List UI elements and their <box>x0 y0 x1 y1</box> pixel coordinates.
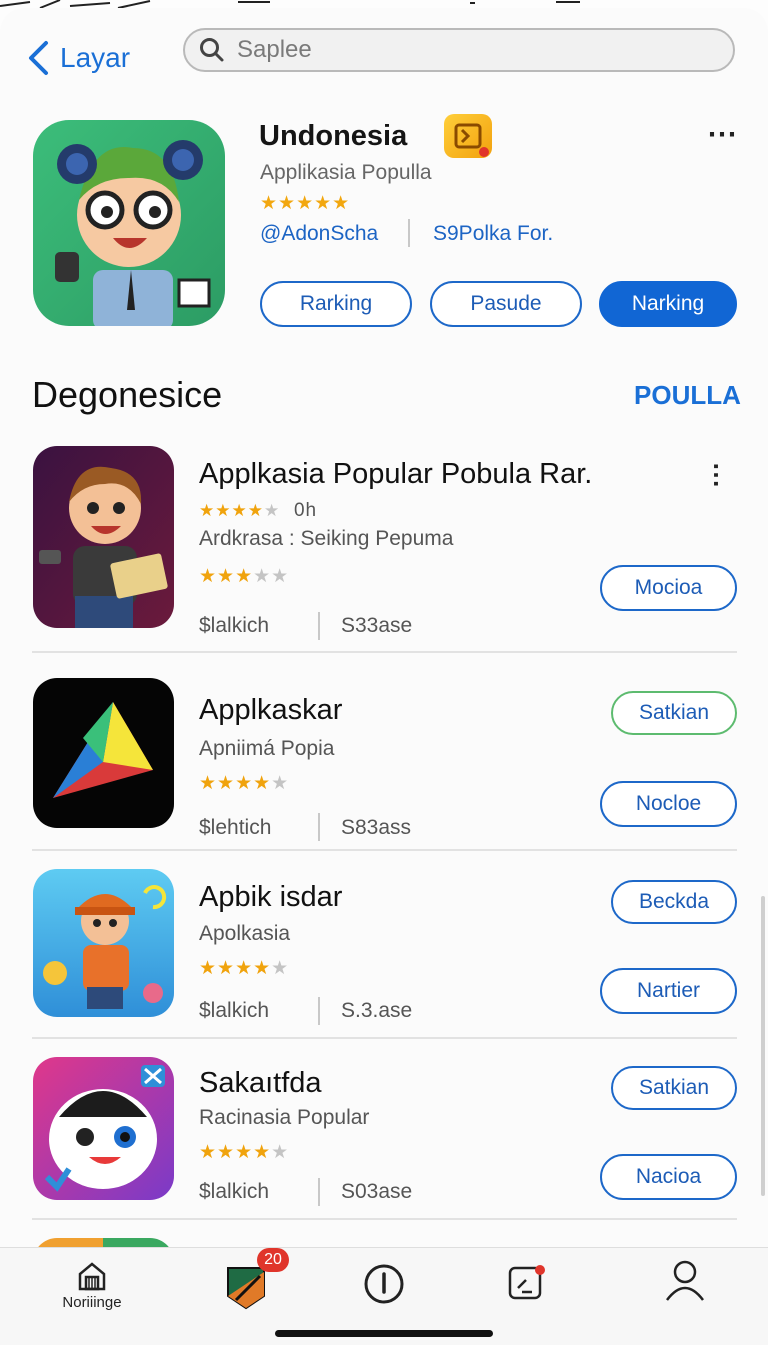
row-divider <box>32 849 737 851</box>
featured-app-rating: ★★★★★ <box>260 193 351 214</box>
tab-info[interactable] <box>344 1262 424 1322</box>
back-button[interactable]: Layar <box>26 40 130 76</box>
featured-category-link[interactable]: S9Polka For. <box>433 222 553 246</box>
app-size-2: S83ass <box>341 816 412 839</box>
app-size-4: S03ase <box>341 1180 413 1203</box>
divider <box>408 219 410 247</box>
app-title-3: Apbik isdar <box>199 881 343 913</box>
section-title: Degonesice <box>32 374 223 415</box>
app-subtitle-4: Racinasia Popular <box>199 1106 370 1129</box>
row-divider <box>32 651 737 653</box>
featured-developer-link[interactable]: @AdonScha <box>260 222 378 246</box>
row-divider <box>32 1218 737 1220</box>
search-input[interactable] <box>235 35 699 65</box>
divider <box>318 1178 320 1206</box>
app-price-4: $lalkich <box>199 1180 270 1203</box>
app-secondary-button-2[interactable]: Satkian <box>611 691 737 735</box>
app-size-1: S33ase <box>341 614 413 637</box>
app-small-rating-1: ★★★★★ 0h <box>199 500 318 521</box>
app-icon-3[interactable] <box>33 869 174 1017</box>
app-action-button-3[interactable]: Nartier <box>600 968 737 1014</box>
search-bar[interactable] <box>183 28 735 72</box>
app-subtitle-1: Ardkrasa : Seiking Pepuma <box>199 527 454 550</box>
divider <box>318 612 320 640</box>
info-icon <box>364 1264 404 1304</box>
app-rating-3: ★★★★★ <box>199 958 290 979</box>
app-rating-1: ★★★★★ <box>199 566 290 587</box>
app-action-button-1[interactable]: Mocioa <box>600 565 737 611</box>
home-indicator[interactable] <box>275 1330 493 1337</box>
featured-button-pasude[interactable]: Pasude <box>430 281 582 327</box>
tab-games[interactable] <box>206 1266 286 1326</box>
tab-updates[interactable] <box>486 1262 566 1322</box>
app-rating-2: ★★★★★ <box>199 773 290 794</box>
more-options-icon[interactable]: ⋯ <box>702 462 732 488</box>
row-divider <box>32 1037 737 1039</box>
app-title-2: Applkaskar <box>199 694 343 726</box>
chevron-left-icon <box>29 41 48 75</box>
tab-home-label: Noriiinge <box>62 1294 122 1311</box>
app-rating-4: ★★★★★ <box>199 1142 290 1163</box>
scrollbar[interactable] <box>761 896 765 1196</box>
updates-icon <box>508 1265 545 1300</box>
divider <box>318 813 320 841</box>
featured-app-title: Undonesia <box>259 120 408 152</box>
app-secondary-button-4[interactable]: Satkian <box>611 1066 737 1110</box>
featured-button-narking[interactable]: Narking <box>599 281 737 327</box>
app-icon-2[interactable] <box>33 678 174 828</box>
app-secondary-button-3[interactable]: Beckda <box>611 880 737 924</box>
profile-icon <box>666 1260 704 1301</box>
app-subtitle-2: Apniimá Popia <box>199 737 335 760</box>
more-options-icon[interactable]: ⋯ <box>707 120 737 150</box>
app-subtitle-3: Apolkasia <box>199 922 291 945</box>
app-icon-1[interactable] <box>33 446 174 628</box>
shield-app-icon <box>227 1267 265 1310</box>
app-icon-4[interactable] <box>33 1057 174 1200</box>
featured-app-badge-icon <box>444 114 492 158</box>
back-label: Layar <box>60 42 131 73</box>
app-store-screen: Layar Undonesia Applikasia Populla ★★★★★… <box>0 8 768 1344</box>
featured-app-icon[interactable] <box>33 120 225 326</box>
section-see-all-link[interactable]: POULLA <box>634 380 741 411</box>
search-icon <box>200 38 224 62</box>
app-title-4: Sakaıtfda <box>199 1067 322 1099</box>
home-icon <box>78 1262 106 1291</box>
featured-button-rarking[interactable]: Rarking <box>260 281 412 327</box>
app-price-1: $lalkich <box>199 614 270 637</box>
tab-profile[interactable] <box>645 1258 725 1318</box>
app-action-button-4[interactable]: Nacioa <box>600 1154 737 1200</box>
tab-home[interactable]: Noriiinge <box>52 1260 132 1320</box>
app-size-3: S.3.ase <box>341 999 413 1022</box>
app-title-1: Applkasia Popular Pobula Rar. <box>199 458 593 490</box>
app-price-2: $lehtich <box>199 816 272 839</box>
notification-badge: 20 <box>257 1248 289 1272</box>
featured-app-subtitle: Applikasia Populla <box>260 161 432 184</box>
divider <box>318 997 320 1025</box>
app-price-3: $lalkich <box>199 999 270 1022</box>
app-action-button-2[interactable]: Nocloe <box>600 781 737 827</box>
